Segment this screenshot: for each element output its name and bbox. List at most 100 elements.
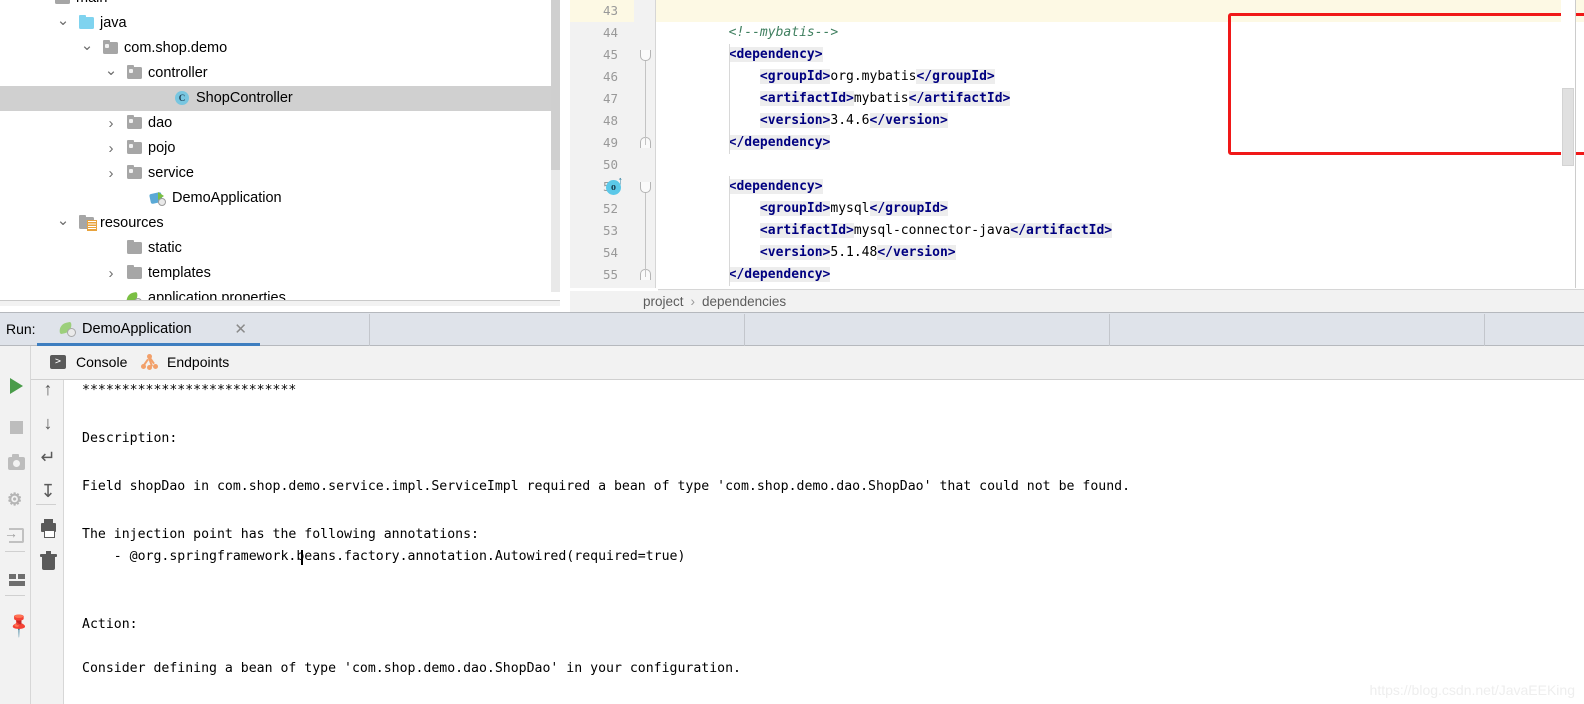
tree-item-java[interactable]: java — [0, 11, 560, 36]
maven-icon-arrow: ↑ — [617, 175, 624, 187]
folder-icon — [126, 261, 144, 286]
line-number: 46 — [602, 69, 618, 84]
package-icon — [126, 111, 144, 136]
chevron-right-icon[interactable] — [104, 111, 118, 136]
chevron-right-icon[interactable] — [104, 136, 118, 161]
code-token: org.mybatis — [830, 69, 917, 84]
code-token: <version> — [759, 245, 831, 260]
editor-scrollbar[interactable] — [1561, 0, 1575, 288]
vertical-splitter[interactable] — [560, 0, 570, 305]
tree-item-label: main — [76, 0, 107, 11]
code-token: <!--mybatis--> — [728, 25, 839, 40]
code-line: <groupId>org.mybatis</groupId> — [666, 66, 995, 88]
clear-all-button[interactable] — [33, 548, 63, 578]
tree-item-pojo[interactable]: pojo — [0, 136, 560, 161]
spring-boot-icon — [58, 321, 76, 337]
chevron-down-icon[interactable] — [56, 211, 70, 236]
breadcrumb-root[interactable]: project — [643, 294, 684, 309]
layout-button[interactable] — [1, 564, 31, 594]
top-area: main java com.shop.demo controller CShopCont… — [0, 0, 1584, 312]
code-token: <dependency> — [728, 179, 823, 194]
chevron-down-icon[interactable] — [56, 11, 70, 36]
print-button[interactable] — [33, 514, 63, 544]
run-tab-title: DemoApplication — [82, 321, 192, 337]
exit-button[interactable] — [1, 520, 31, 550]
tree-item-templates[interactable]: templates — [0, 261, 560, 286]
chevron-down-icon[interactable] — [104, 61, 118, 86]
header-divider — [369, 314, 370, 346]
line-number: 55 — [602, 267, 618, 282]
fold-connector — [645, 61, 646, 145]
code-token: </dependency> — [728, 135, 831, 150]
breadcrumb[interactable]: project › dependencies — [570, 289, 1584, 312]
java-class-icon: C — [174, 86, 192, 111]
tree-item-shopcontroller[interactable]: C ShopController — [0, 86, 560, 111]
console-output[interactable]: *************************** Description: F… — [65, 380, 1584, 704]
console-line: Action: — [82, 617, 138, 632]
threads-button[interactable]: ⚙ — [1, 484, 31, 514]
pin-button[interactable]: 📌 — [1, 608, 33, 638]
maven-reimport-icon[interactable]: o ↑ — [606, 176, 623, 195]
code-line: <groupId>mysql</groupId> — [666, 198, 948, 220]
code-token: </groupId> — [916, 69, 995, 84]
fold-region-start-icon[interactable] — [640, 50, 651, 61]
tree-item-dao[interactable]: dao — [0, 111, 560, 136]
run-toolbar-left[interactable]: ⚙📌 — [0, 346, 33, 704]
close-icon[interactable]: ✕ — [234, 313, 247, 346]
console-line: Field shopDao in com.shop.demo.service.i… — [82, 479, 1131, 494]
header-divider — [1484, 314, 1485, 346]
tree-item-com-shop-demo[interactable]: com.shop.demo — [0, 36, 560, 61]
tree-item-service[interactable]: service — [0, 161, 560, 186]
code-token: mysql-connector-java — [853, 223, 1011, 238]
code-token: <groupId> — [759, 201, 831, 216]
code-line: <dependency> — [666, 176, 823, 198]
chevron-right-icon[interactable] — [104, 261, 118, 286]
line-number: 44 — [602, 25, 618, 40]
package-icon — [126, 161, 144, 186]
editor-scrollbar-thumb[interactable] — [1562, 88, 1574, 166]
xml-editor[interactable]: 43 44 <!--mybatis--> 45 <dependency> 46 <gr… — [570, 0, 1584, 288]
ide-window: main java com.shop.demo controller CShopCont… — [0, 0, 1584, 704]
endpoints-icon — [141, 354, 159, 370]
tree-item-demoapplication[interactable]: DemoApplication — [0, 186, 560, 211]
line-number: 45 — [602, 47, 618, 62]
run-label: Run: — [6, 321, 36, 337]
tree-item-resources[interactable]: resources — [0, 211, 560, 236]
project-tree-scrollbar-thumb[interactable] — [551, 0, 560, 170]
tree-item-label: ShopController — [196, 90, 293, 106]
soft-wrap-button[interactable]: ↵ — [33, 442, 63, 472]
tree-item-main[interactable]: main — [0, 0, 560, 11]
code-line: <dependency> — [666, 44, 823, 66]
console-line: *************************** — [82, 383, 297, 398]
rerun-button[interactable] — [1, 370, 31, 400]
scroll-down-button[interactable]: ↓ — [33, 408, 63, 438]
project-tool-window[interactable]: main java com.shop.demo controller CShopCont… — [0, 0, 560, 305]
spring-boot-class-icon — [149, 186, 168, 211]
run-toolbar-secondary[interactable]: ↑ ↓ ↵ ↧ — [31, 346, 64, 704]
chevron-right-icon[interactable] — [104, 161, 118, 186]
code-token: <artifactId> — [759, 223, 854, 238]
tree-item-label: java — [100, 15, 127, 31]
tree-item-controller[interactable]: controller — [0, 61, 560, 86]
fold-region-start-icon[interactable] — [640, 182, 651, 193]
snapshot-button[interactable] — [1, 448, 31, 478]
console-line: Consider defining a bean of type 'com.sh… — [82, 661, 741, 676]
chevron-down-icon[interactable] — [80, 36, 94, 61]
breadcrumb-leaf[interactable]: dependencies — [702, 294, 786, 309]
code-token: </dependency> — [728, 267, 831, 282]
project-tree-scrollbar[interactable] — [551, 0, 560, 292]
code-line: <version>5.1.48</version> — [666, 242, 956, 264]
line-number: 43 — [602, 3, 618, 18]
run-configuration-tab[interactable]: DemoApplication ✕ — [37, 313, 260, 346]
code-token: 3.4.6 — [830, 113, 870, 128]
mybatis-dependency-highlight-box — [1228, 13, 1584, 155]
tree-item-static[interactable]: static — [0, 236, 560, 261]
scroll-end-button[interactable]: ↧ — [33, 476, 63, 506]
maven-icon-glyph: o — [611, 182, 616, 193]
stop-button[interactable] — [1, 412, 31, 442]
